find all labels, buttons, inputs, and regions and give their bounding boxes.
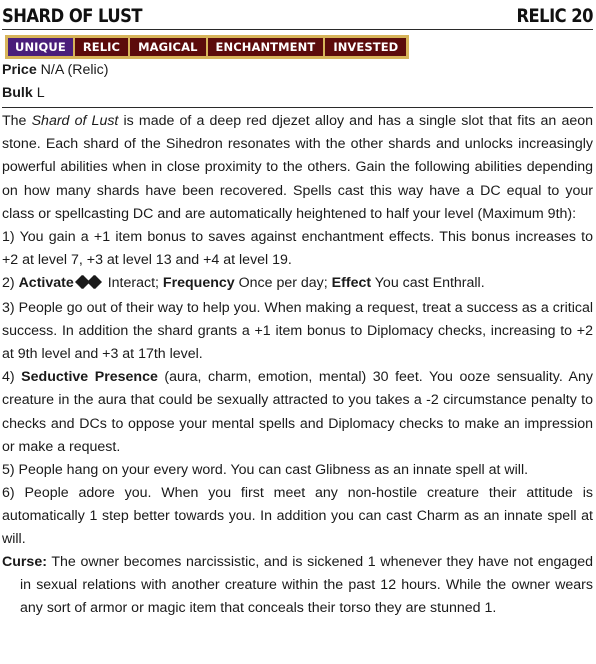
intro-paragraph: The Shard of Lust is made of a deep red … (2, 110, 593, 225)
seductive-presence-label: Seductive Presence (21, 369, 158, 386)
divider (2, 107, 593, 109)
item-level: RELIC 20 (516, 5, 593, 27)
bulk-label: Bulk (2, 85, 33, 102)
interact-text: Interact; (103, 274, 163, 291)
effect-value: You cast Enthrall. (371, 274, 485, 291)
frequency-value: Once per day; (234, 274, 332, 291)
trait-relic: RELIC (74, 38, 129, 56)
bulk-value: L (32, 85, 45, 102)
bulk-line: Bulk L (2, 82, 593, 105)
trait-magical: MAGICAL (130, 38, 206, 56)
activate-label: Activate (18, 274, 74, 291)
intro-text-b: is made of a deep red djezet alloy and h… (2, 113, 594, 222)
ability-5: 5) People hang on your every word. You c… (2, 461, 529, 478)
ability-2: 2) Activate Interact; Frequency Once per… (2, 272, 593, 297)
trait-invested: INVESTED (325, 38, 407, 56)
ability-3: 3) People go out of their way to help yo… (2, 300, 593, 363)
price-value: N/A (Relic) (36, 62, 109, 79)
curse-label: Curse: (2, 554, 47, 571)
price-line: Price N/A (Relic) (2, 59, 593, 82)
trait-list: UNIQUE RELIC MAGICAL ENCHANTMENT INVESTE… (5, 35, 410, 59)
ability-1: 1) You gain a +1 item bonus to saves aga… (2, 228, 593, 268)
effect-label: Effect (331, 274, 372, 291)
intro-text-a: The (2, 113, 32, 130)
curse-text: The owner becomes narcissistic, and is s… (20, 554, 593, 617)
curse-paragraph: Curse: The owner becomes narcissistic, a… (2, 551, 593, 620)
trait-enchantment: ENCHANTMENT (207, 38, 324, 56)
item-stat-block: SHARD OF LUST RELIC 20 UNIQUE RELIC MAGI… (0, 0, 596, 664)
ability-2-number: 2) (2, 274, 19, 291)
price-label: Price (2, 62, 37, 79)
item-header: SHARD OF LUST RELIC 20 (2, 0, 594, 30)
item-title: SHARD OF LUST (2, 5, 142, 27)
ability-4-number: 4) (2, 369, 22, 386)
ability-4: 4) Seductive Presence (aura, charm, emot… (2, 366, 593, 458)
ability-6: 6) People adore you. When you first meet… (2, 484, 593, 547)
item-name-italic: Shard of Lust (31, 113, 119, 130)
frequency-label: Frequency (162, 274, 235, 291)
trait-unique: UNIQUE (8, 38, 73, 56)
two-action-icon (74, 274, 102, 297)
